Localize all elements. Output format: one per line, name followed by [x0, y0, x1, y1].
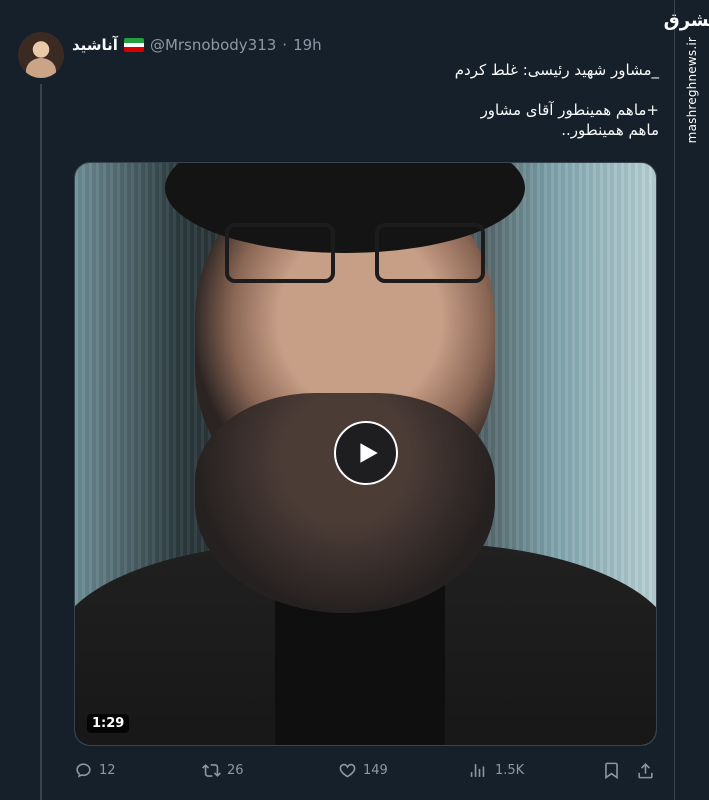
iran-flag-icon [123, 38, 144, 52]
tweet-header: آناشید @Mrsnobody313 · 19h [72, 35, 322, 55]
share-button[interactable] [636, 761, 655, 780]
thread-line [40, 84, 42, 800]
like-button[interactable]: 149 [338, 761, 388, 780]
heart-icon [339, 763, 356, 778]
reply-count: 12 [99, 763, 116, 778]
user-avatar[interactable] [18, 32, 64, 78]
separator-dot: · [282, 36, 288, 54]
retweet-button[interactable]: 26 [202, 761, 244, 780]
reply-button[interactable]: 12 [74, 761, 116, 780]
tweet-timestamp[interactable]: 19h [293, 36, 322, 54]
bookmark-button[interactable] [602, 761, 621, 780]
bar-chart-icon [470, 764, 485, 777]
view-count: 1.5K [495, 763, 525, 778]
tweet-text: _مشاور شهید رئیسی: غلط کردم +ماهم همینطو… [454, 61, 659, 139]
reply-icon [76, 763, 91, 778]
bookmark-icon [605, 762, 618, 780]
views-button[interactable]: 1.5K [470, 761, 524, 780]
share-icon [638, 763, 653, 779]
video-figure-beard [195, 393, 495, 613]
video-figure-glasses [225, 223, 485, 293]
news-watermark: مشرق mashreghnews.ir [663, 0, 709, 143]
video-duration: 1:29 [87, 714, 130, 733]
retweet-count: 26 [227, 763, 244, 778]
play-icon [360, 443, 378, 463]
play-button[interactable] [334, 421, 398, 485]
news-logo: مشرق [663, 10, 709, 31]
news-site-url: mashreghnews.ir [685, 37, 699, 144]
tweet-video[interactable]: 1:29 [74, 162, 657, 746]
retweet-icon [202, 764, 221, 777]
display-name[interactable]: آناشید [72, 36, 118, 54]
tweet-actions: 12 26 149 1.5K [74, 758, 657, 784]
user-handle[interactable]: @Mrsnobody313 [150, 36, 276, 54]
like-count: 149 [363, 763, 388, 778]
